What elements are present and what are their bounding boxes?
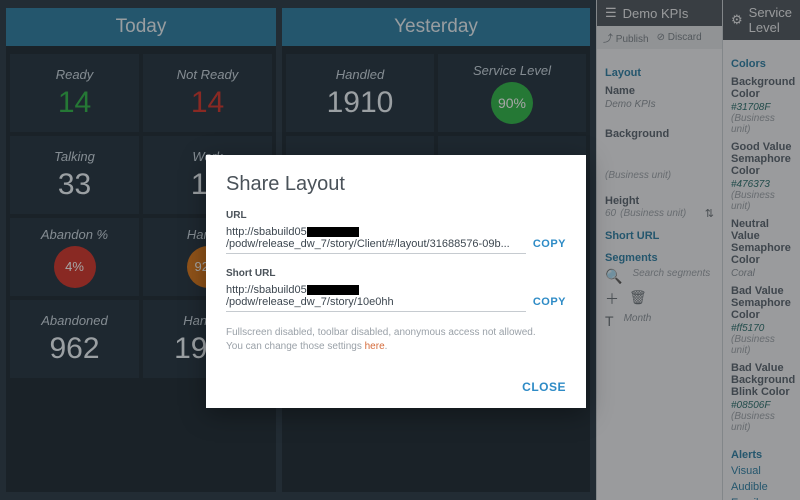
short-url-input[interactable]: http://sbabuild05/podw/release_dw_7/stor…	[226, 281, 526, 312]
modal-hint: Fullscreen disabled, toolbar disabled, a…	[226, 326, 566, 354]
modal-title: Share Layout	[226, 173, 566, 196]
copy-url-button[interactable]: COPY	[533, 238, 566, 250]
redacted-segment	[307, 227, 359, 237]
short-url-field: Short URL http://sbabuild05/podw/release…	[226, 268, 566, 312]
modal-actions: CLOSE	[226, 380, 566, 394]
url-field: URL http://sbabuild05/podw/release_dw_7/…	[226, 210, 566, 254]
settings-link[interactable]: here	[365, 341, 385, 352]
copy-short-url-button[interactable]: COPY	[533, 296, 566, 308]
url-label: URL	[226, 210, 566, 221]
share-layout-modal: Share Layout URL http://sbabuild05/podw/…	[206, 155, 586, 408]
redacted-segment	[307, 285, 359, 295]
close-button[interactable]: CLOSE	[522, 380, 566, 394]
short-url-label: Short URL	[226, 268, 566, 279]
url-input[interactable]: http://sbabuild05/podw/release_dw_7/stor…	[226, 223, 526, 254]
